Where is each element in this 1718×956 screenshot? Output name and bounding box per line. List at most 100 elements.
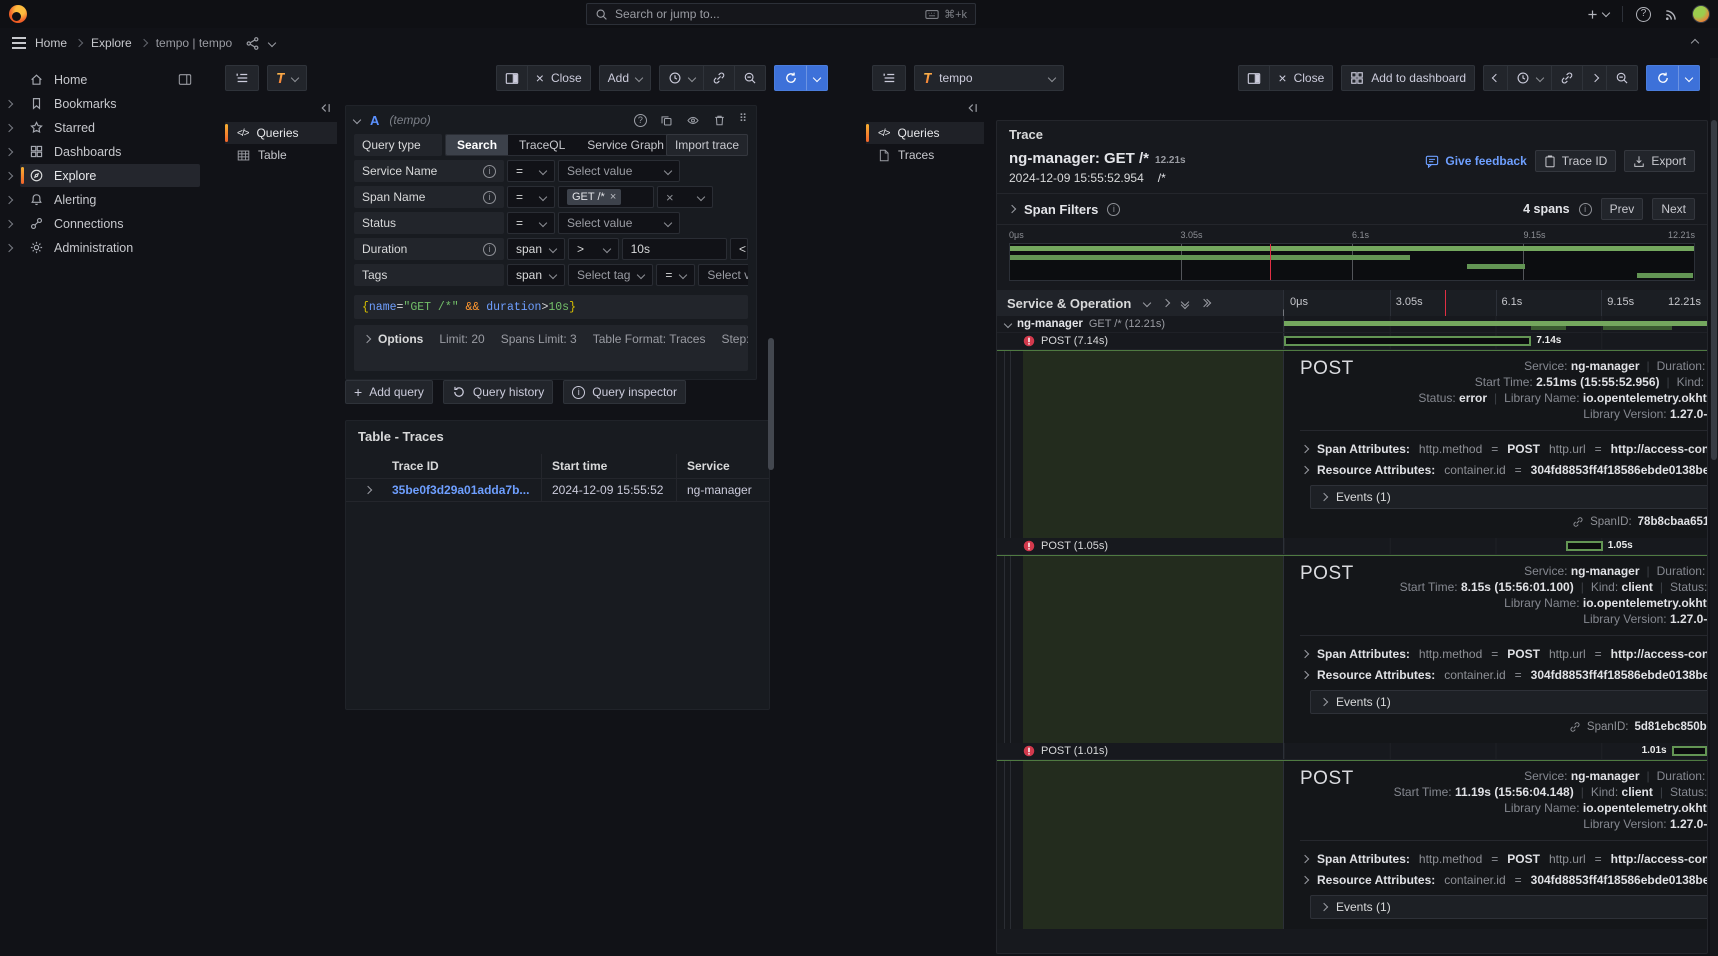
expand-icon[interactable] <box>5 147 13 155</box>
subnav-item-traces[interactable]: Traces <box>866 144 984 166</box>
menu-toggle-icon[interactable] <box>12 37 26 49</box>
close-pane-button[interactable]: ×Close <box>527 65 591 91</box>
query-options[interactable]: Options Limit: 20Spans Limit: 3Table For… <box>354 325 748 371</box>
duration-min-input[interactable]: 10s <box>622 238 727 260</box>
news-icon[interactable] <box>1664 7 1679 22</box>
run-query-interval-button[interactable] <box>1678 65 1700 91</box>
sync-times-button[interactable] <box>703 65 734 91</box>
disable-query-icon[interactable] <box>686 114 700 127</box>
avatar[interactable] <box>1692 5 1710 23</box>
expand-icon[interactable] <box>5 171 13 179</box>
attributes-row[interactable]: Resource Attributes:container.id=304fd88… <box>1300 459 1708 480</box>
span-row[interactable]: POST (7.14s)7.14s <box>997 333 1707 350</box>
info-icon[interactable]: i <box>483 165 496 178</box>
clear-icon[interactable]: × <box>666 190 674 205</box>
subnav-item-table[interactable]: Table <box>225 144 337 166</box>
trace-minimap[interactable]: 0μs3.05s6.1s9.15s12.21s <box>997 225 1707 281</box>
info-icon[interactable]: i <box>1107 203 1120 216</box>
prev-button[interactable]: Prev <box>1601 198 1644 220</box>
tab-search[interactable]: Search <box>446 135 508 155</box>
attributes-row[interactable]: Span Attributes:http.method=POSThttp.url… <box>1300 848 1708 869</box>
span-timeline-cell[interactable]: 1.05s <box>1284 538 1707 554</box>
query-help-icon[interactable]: ? <box>634 114 647 127</box>
share-icon[interactable] <box>245 36 260 51</box>
expand-icon[interactable] <box>5 219 13 227</box>
span-name-operator[interactable]: = <box>507 186 555 208</box>
collapse-all-icon[interactable] <box>1182 299 1188 308</box>
attributes-row[interactable]: Resource Attributes:container.id=304fd88… <box>1300 664 1708 685</box>
run-query-interval-button[interactable] <box>806 65 828 91</box>
sidebar-item-alerting[interactable]: Alerting <box>20 188 200 211</box>
span-name-cell[interactable]: ng-managerGET /* (12.21s) <box>997 316 1284 332</box>
attributes-row[interactable]: Resource Attributes:container.id=304fd88… <box>1300 869 1708 890</box>
add-to-dashboard-button[interactable]: Add to dashboard <box>1341 65 1475 91</box>
col-service[interactable]: Service <box>676 454 769 478</box>
export-button[interactable]: Export <box>1624 150 1695 172</box>
collapse-subnav-icon[interactable] <box>866 100 984 122</box>
give-feedback-link[interactable]: Give feedback <box>1425 154 1526 168</box>
sidebar-item-explore[interactable]: Explore <box>20 164 200 187</box>
datasource-picker[interactable]: T <box>267 65 307 91</box>
panel-title[interactable]: Table - Traces <box>346 421 769 454</box>
close-pane-button[interactable]: ×Close <box>1269 65 1333 91</box>
query-ref-id[interactable]: A <box>370 113 379 128</box>
duration-scope[interactable]: span <box>507 238 565 260</box>
pane-scrollbar[interactable] <box>768 338 774 470</box>
collapse-one-icon[interactable] <box>1143 299 1151 307</box>
query-history-button[interactable]: Query history <box>443 380 553 404</box>
pane-outline-icon[interactable] <box>872 65 906 91</box>
sidebar-item-home[interactable]: Home <box>20 68 200 91</box>
sidebar-item-bookmarks[interactable]: Bookmarks <box>20 92 200 115</box>
span-row[interactable]: ng-managerGET /* (12.21s) <box>997 316 1707 333</box>
subnav-item-queries[interactable]: </> Queries <box>866 122 984 144</box>
collapse-subnav-icon[interactable] <box>225 100 337 122</box>
span-timeline-cell[interactable]: 7.14s <box>1284 333 1707 349</box>
expand-one-icon[interactable] <box>1162 299 1170 307</box>
expand-icon[interactable] <box>5 195 13 203</box>
expand-span-filters-icon[interactable] <box>1008 205 1016 213</box>
events-row[interactable]: Events (1) <box>1310 690 1708 714</box>
col-start-time[interactable]: Start time <box>541 454 676 478</box>
attributes-row[interactable]: Span Attributes:http.method=POSThttp.url… <box>1300 643 1708 664</box>
subnav-item-queries[interactable]: </> Queries <box>225 122 337 144</box>
duplicate-query-icon[interactable] <box>660 114 673 127</box>
span-timeline-cell[interactable] <box>1284 316 1707 332</box>
span-name-cell[interactable]: POST (1.01s) <box>997 743 1284 759</box>
time-back-button[interactable] <box>1483 65 1507 91</box>
info-icon[interactable]: i <box>483 191 496 204</box>
service-name-value[interactable]: Select value <box>558 160 680 182</box>
collapse-span-icon[interactable] <box>1004 320 1012 328</box>
table-row[interactable]: 35be0f3d29a01adda7b...2024-12-09 15:55:5… <box>346 478 769 502</box>
status-value[interactable]: Select value <box>558 212 680 234</box>
drag-handle-icon[interactable]: ⠿ <box>739 117 748 123</box>
tab-service-graph[interactable]: Service Graph <box>576 135 675 155</box>
span-name-value[interactable]: GET /*× <box>558 186 654 208</box>
span-filters-label[interactable]: Span Filters <box>1024 202 1098 217</box>
events-row[interactable]: Events (1) <box>1310 895 1708 919</box>
events-row[interactable]: Events (1) <box>1310 485 1708 509</box>
run-query-button[interactable] <box>1646 65 1678 91</box>
expand-row-icon[interactable] <box>346 487 390 493</box>
remove-chip-icon[interactable]: × <box>610 191 616 203</box>
new-button[interactable] <box>1586 8 1609 21</box>
tags-value[interactable]: Select va <box>698 264 748 286</box>
col-trace-id[interactable]: Trace ID <box>390 459 541 473</box>
delete-query-icon[interactable] <box>713 114 726 127</box>
expand-icon[interactable] <box>5 99 13 107</box>
span-name-chip[interactable]: GET /*× <box>567 189 621 205</box>
status-operator[interactable]: = <box>507 212 555 234</box>
time-range-button[interactable] <box>1507 65 1551 91</box>
help-icon[interactable]: ? <box>1636 7 1651 22</box>
join-panes-button[interactable] <box>1238 65 1269 91</box>
tags-key[interactable]: Select tag <box>568 264 653 286</box>
tags-operator[interactable]: = <box>656 264 695 286</box>
collapse-toolbar-icon[interactable] <box>1691 39 1699 47</box>
duration-operator[interactable]: > <box>568 238 619 260</box>
info-icon[interactable]: i <box>483 243 496 256</box>
span-bar[interactable] <box>1284 336 1531 346</box>
query-inspector-button[interactable]: iQuery inspector <box>563 380 686 404</box>
tab-traceql[interactable]: TraceQL <box>508 135 576 155</box>
span-name-cell[interactable]: POST (7.14s) <box>997 333 1284 349</box>
add-button[interactable]: Add <box>599 65 651 91</box>
breadcrumb-chevron-icon[interactable] <box>268 39 276 47</box>
